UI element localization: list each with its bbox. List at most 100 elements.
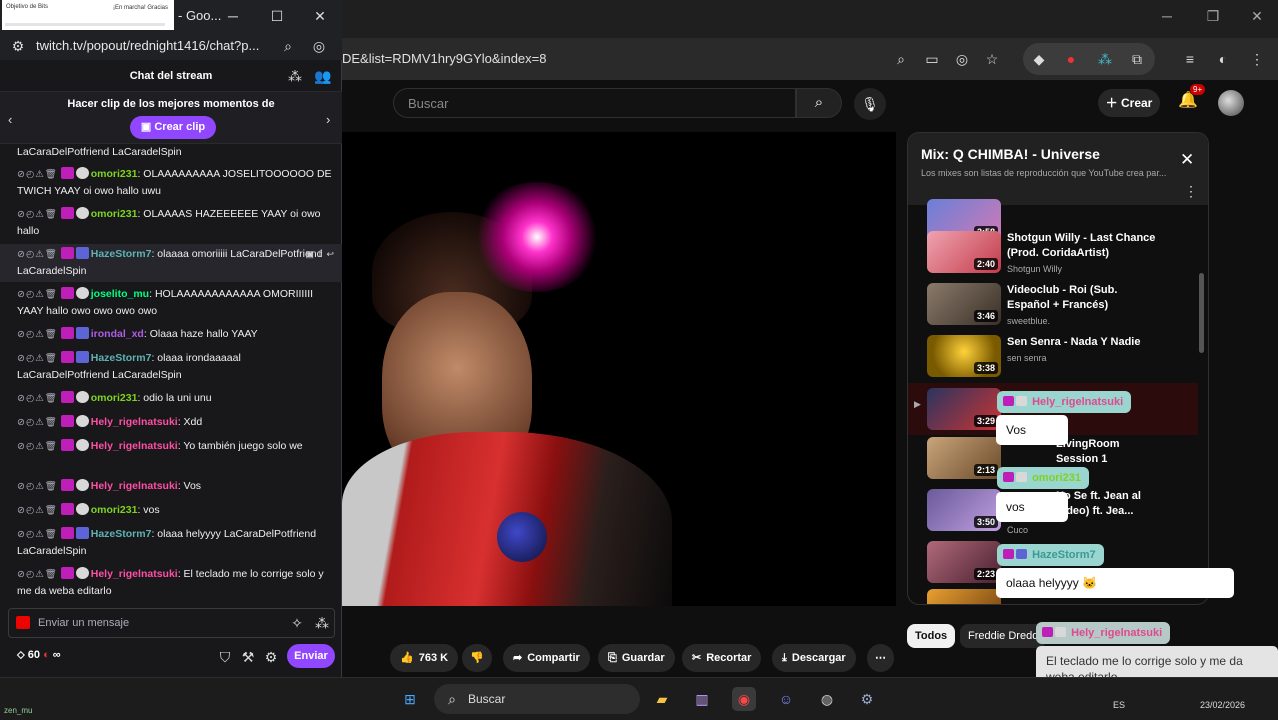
channel-points[interactable]: ⬦ 60 ◐ ∞ (17, 649, 61, 662)
username[interactable]: omori231 (91, 168, 138, 180)
download-label: Descargar (791, 652, 846, 664)
chip-all[interactable]: Todos (907, 624, 956, 648)
like-button[interactable]: 👍 763 K (390, 644, 459, 672)
video-player[interactable] (342, 132, 896, 606)
chrome-icon[interactable]: ◉ (732, 687, 756, 711)
eye-off-icon[interactable]: ◎ (309, 36, 329, 56)
url-text[interactable]: DE&list=RDMV1hry9GYlo&index=8 (342, 51, 546, 66)
mod-tools-icons[interactable]: ⊘◴⚠🗑 (17, 529, 58, 540)
translate-icon[interactable]: ⁂ (1095, 49, 1115, 69)
shield-icon[interactable]: ⛉ (215, 647, 235, 667)
mod-tools-icons[interactable]: ⊘◴⚠🗑 (17, 209, 58, 220)
avatar[interactable] (1218, 90, 1244, 116)
mod-tools-icons[interactable]: ⊘◴⚠🗑 (17, 417, 58, 428)
send-button[interactable]: Enviar (287, 644, 335, 668)
playlist-item[interactable]: 3:46 Videoclub - Roi (Sub. Español + Fra… (908, 283, 1198, 335)
username[interactable]: HazeStorm7 (91, 352, 152, 364)
restore-icon[interactable]: ❐ (1198, 8, 1228, 25)
minimize-icon[interactable]: ─ (1152, 8, 1182, 24)
chevron-left-icon[interactable]: ‹ (8, 112, 12, 127)
chip-freddie-dredd[interactable]: Freddie Dredd (960, 624, 1047, 648)
eye-off-icon[interactable]: ◎ (952, 49, 972, 69)
playlist-item[interactable]: 2:40 Shotgun Willy - Last Chance (Prod. … (908, 231, 1198, 283)
users-icon[interactable]: 👥 (313, 66, 333, 86)
url-text[interactable]: twitch.tv/popout/rednight1416/chat?p... (36, 38, 270, 53)
gear-icon[interactable]: ⚙ (261, 647, 281, 667)
file-explorer-icon[interactable]: ▰ (650, 687, 674, 711)
mod-tools-icons[interactable]: ⊘◴⚠🗑 (17, 441, 58, 452)
share-button[interactable]: ➦ Compartir (503, 644, 590, 672)
more-icon[interactable]: ⋮ (1184, 183, 1198, 200)
username[interactable]: Hely_rigelnatsuki (91, 440, 178, 452)
clip-button[interactable]: ✂ Recortar (682, 644, 762, 672)
username[interactable]: omori231 (91, 208, 138, 220)
playlist-title[interactable]: Mix: Q CHIMBA! - Universe (921, 146, 1100, 162)
puzzle-icon[interactable]: ⧉ (1127, 49, 1147, 69)
mod-tools-icons[interactable]: ⊘◴⚠🗑 (17, 289, 58, 300)
username[interactable]: omori231 (91, 392, 138, 404)
close-icon[interactable]: ✕ (1242, 8, 1272, 25)
app-icon[interactable]: ▥ (690, 687, 714, 711)
chevron-right-icon[interactable]: › (326, 112, 330, 127)
create-button[interactable]: ＋ Crear (1098, 89, 1160, 117)
mod-tools-icons[interactable]: ⊘◴⚠🗑 (17, 569, 58, 580)
site-settings-icon[interactable]: ⚙ (8, 36, 28, 56)
sub-badge (60, 415, 74, 427)
bookmark-icon: ⎘ (608, 652, 617, 664)
maximize-icon[interactable]: ☐ (262, 8, 292, 25)
mod-tools-icons[interactable]: ⊘◴⚠🗑 (17, 249, 58, 260)
wand-icon[interactable]: ⚒ (238, 647, 258, 667)
zoom-icon[interactable]: ⌕ (891, 49, 911, 69)
clip-banner-text: Hacer clip de los mejores momentos de (67, 98, 275, 110)
save-button[interactable]: ⎘ Guardar (598, 644, 675, 672)
minimize-icon[interactable]: ─ (218, 8, 248, 24)
mod-tools-icons[interactable]: ⊘◴⚠🗑 (17, 481, 58, 492)
search-icon[interactable]: ⌕ (796, 88, 842, 118)
adblock-icon[interactable]: ● (1061, 49, 1081, 69)
sparkle-icon[interactable]: ✧ (287, 613, 307, 633)
username[interactable]: HazeStorm7 (91, 248, 152, 260)
close-icon[interactable]: ✕ (1180, 150, 1194, 170)
zoom-icon[interactable]: ⌕ (278, 36, 298, 56)
mod-tools-icons[interactable]: ⊘◴⚠🗑 (17, 169, 58, 180)
more-actions-button[interactable]: ⋯ (867, 644, 894, 672)
steam-icon[interactable]: ⚙ (855, 687, 879, 711)
username[interactable]: Hely_rigelnatsuki (91, 416, 178, 428)
cast-icon[interactable]: ▭ (922, 49, 942, 69)
media-icon[interactable]: ≡ (1180, 49, 1200, 69)
extensions-group: ◆ ● ⁂ ⧉ (1023, 43, 1155, 75)
taskbar-search[interactable]: ⌕ Buscar (434, 684, 640, 714)
playlist-item[interactable]: 3:38 Sen Senra - Nada Y Nadie sen senra (908, 335, 1198, 387)
username[interactable]: omori231 (91, 504, 138, 516)
language-indicator[interactable]: ES (1113, 700, 1125, 710)
username[interactable]: irondal_xd (91, 328, 144, 340)
chat-input[interactable]: Enviar un mensaje ✧ ⁂ (8, 608, 335, 638)
translate-icon[interactable]: ⁂ (312, 613, 332, 633)
search-input[interactable]: Buscar (393, 88, 796, 118)
translate-icon[interactable]: ⁂ (285, 66, 305, 86)
username[interactable]: joselito_mu (91, 288, 149, 300)
microphone-icon[interactable]: 🎙 (854, 88, 886, 120)
mod-tools-icons[interactable]: ⊘◴⚠🗑 (17, 329, 58, 340)
username[interactable]: Hely_rigelnatsuki (91, 480, 178, 492)
create-clip-button[interactable]: ▣ Crear clip (130, 116, 216, 139)
mod-tools-icons[interactable]: ⊘◴⚠🗑 (17, 353, 58, 364)
app-icon-2[interactable]: ◍ (815, 687, 839, 711)
message-actions-icons[interactable]: ▣ ⇧ ↩ (305, 246, 334, 262)
dislike-button[interactable]: 👎 (462, 644, 492, 672)
mod-tools-icons[interactable]: ⊘◴⚠🗑 (17, 505, 58, 516)
mod-tools-icons[interactable]: ⊘◴⚠🗑 (17, 393, 58, 404)
download-button[interactable]: ⤓ Descargar (772, 644, 856, 672)
close-icon[interactable]: ✕ (305, 8, 335, 25)
username[interactable]: HazeStorm7 (91, 528, 152, 540)
scrollbar[interactable] (1199, 273, 1204, 353)
extension-icon[interactable]: ◆ (1029, 49, 1049, 69)
username[interactable]: Hely_rigelnatsuki (91, 568, 178, 580)
browser-titlebar: ─ ❐ ✕ (342, 0, 1278, 38)
clock-date[interactable]: 23/02/2026 (1200, 700, 1245, 710)
discord-icon[interactable]: ☺ (774, 687, 798, 711)
windows-start-icon[interactable]: ⊞ (398, 687, 422, 711)
profile-icon[interactable]: ◐ (1213, 49, 1233, 69)
menu-icon[interactable]: ⋮ (1247, 49, 1267, 69)
star-icon[interactable]: ☆ (982, 49, 1002, 69)
